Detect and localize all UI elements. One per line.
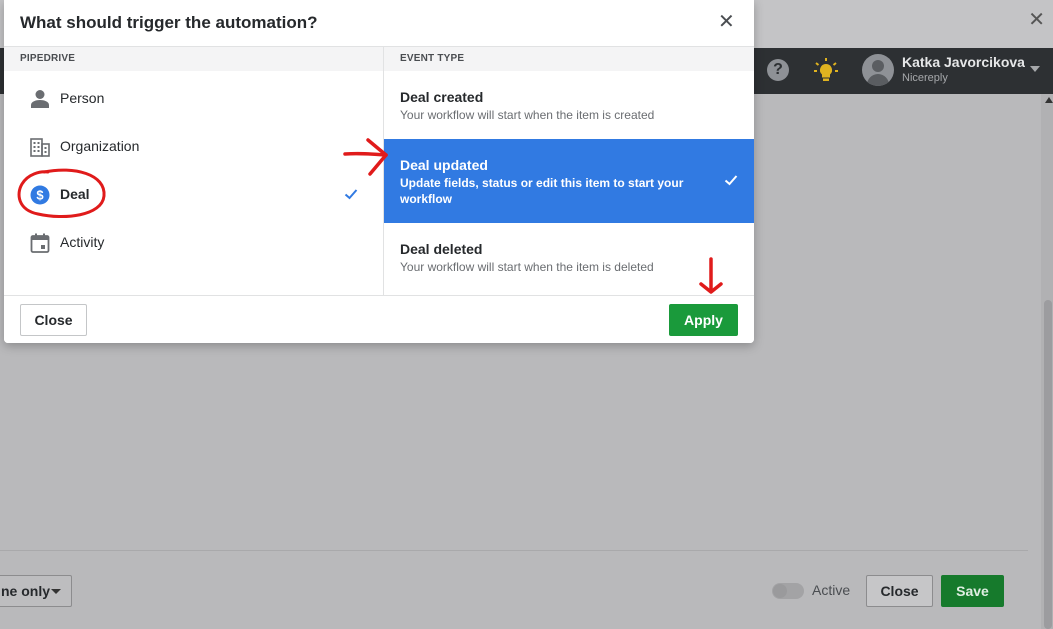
checkmark-icon xyxy=(344,189,358,200)
close-icon[interactable]: ✕ xyxy=(718,12,735,32)
app-item-label: Organization xyxy=(60,138,140,154)
checkmark-icon xyxy=(724,175,738,186)
chevron-down-icon xyxy=(51,589,61,594)
person-icon xyxy=(31,90,49,108)
app-item-label: Activity xyxy=(60,234,105,250)
svg-text:$: $ xyxy=(36,188,44,203)
help-icon[interactable]: ? xyxy=(767,59,789,81)
event-title: Deal created xyxy=(400,89,484,105)
footer-close-button[interactable]: Close xyxy=(866,575,933,607)
user-name[interactable]: Katka Javorcikova xyxy=(902,54,1025,70)
dollar-icon: $ xyxy=(30,185,50,205)
footer-divider xyxy=(0,550,1028,551)
app-item-organization[interactable]: Organization xyxy=(4,123,383,171)
lightbulb-icon[interactable] xyxy=(813,57,839,83)
apps-column-header: PIPEDRIVE xyxy=(4,47,383,71)
app-item-activity[interactable]: Activity xyxy=(4,219,383,267)
event-description: Update fields, status or edit this item … xyxy=(400,176,684,206)
events-column-header: EVENT TYPE xyxy=(384,47,754,71)
chevron-down-icon[interactable] xyxy=(1030,66,1040,72)
event-item-deal-created[interactable]: Deal created Your workflow will start wh… xyxy=(384,71,754,139)
event-title: Deal deleted xyxy=(400,241,483,257)
trigger-modal: What should trigger the automation? ✕ PI… xyxy=(4,0,754,343)
calendar-icon xyxy=(30,233,50,253)
app-item-person[interactable]: Person xyxy=(4,75,383,123)
close-button[interactable]: Close xyxy=(20,304,87,336)
app-item-label: Person xyxy=(60,90,105,106)
avatar[interactable] xyxy=(862,54,894,86)
event-description: Your workflow will start when the item i… xyxy=(400,108,655,122)
scroll-up-icon[interactable] xyxy=(1045,97,1053,103)
close-icon[interactable]: ✕ xyxy=(1028,10,1045,30)
building-icon xyxy=(30,138,50,157)
apply-button[interactable]: Apply xyxy=(669,304,738,336)
modal-title: What should trigger the automation? xyxy=(20,13,318,32)
modal-footer: Close Apply xyxy=(4,295,754,343)
event-item-deal-deleted[interactable]: Deal deleted Your workflow will start wh… xyxy=(384,223,754,295)
app-item-label: Deal xyxy=(60,186,90,202)
save-button[interactable]: Save xyxy=(941,575,1004,607)
toggle-label: Active xyxy=(812,582,851,598)
active-toggle[interactable] xyxy=(772,583,804,599)
event-title: Deal updated xyxy=(400,157,488,173)
dropdown-label: ne only xyxy=(1,583,51,599)
visibility-dropdown[interactable]: ne only xyxy=(0,575,72,607)
user-company: Nicereply xyxy=(902,72,948,84)
event-item-deal-updated[interactable]: Deal updated Update fields, status or ed… xyxy=(384,139,754,223)
event-description: Your workflow will start when the item i… xyxy=(400,260,654,274)
scrollbar-thumb[interactable] xyxy=(1044,300,1052,629)
app-item-deal[interactable]: $ Deal xyxy=(4,171,383,219)
